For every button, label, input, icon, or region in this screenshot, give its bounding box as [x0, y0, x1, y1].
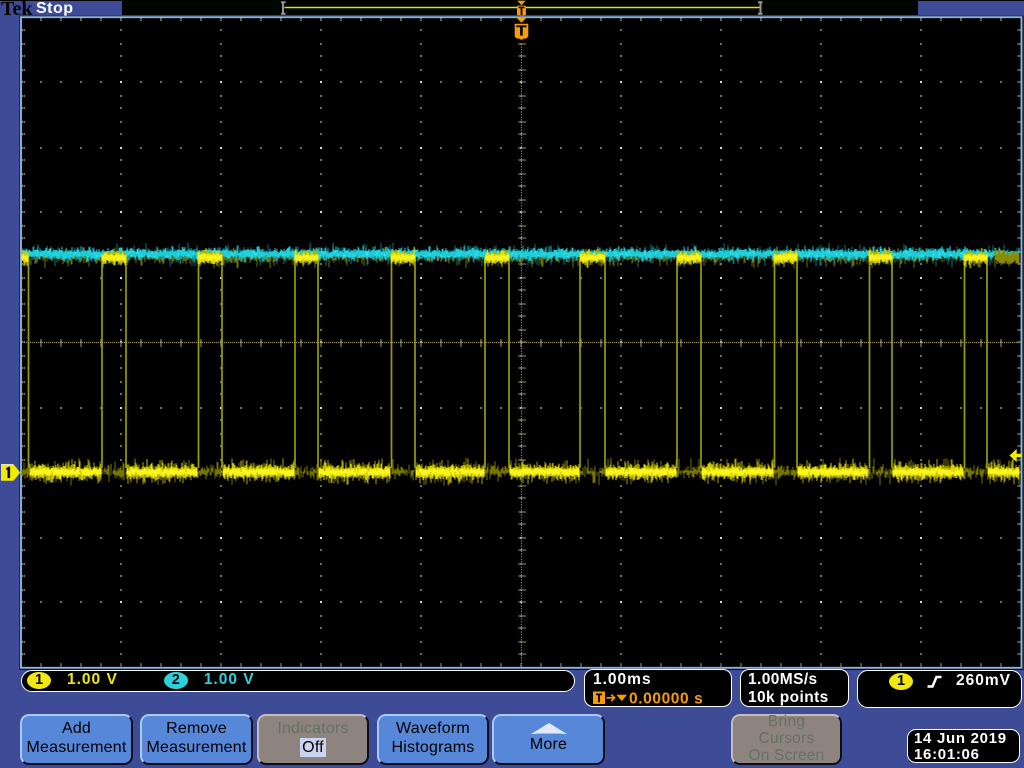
- svg-text:0.00000 s: 0.00000 s: [629, 691, 703, 707]
